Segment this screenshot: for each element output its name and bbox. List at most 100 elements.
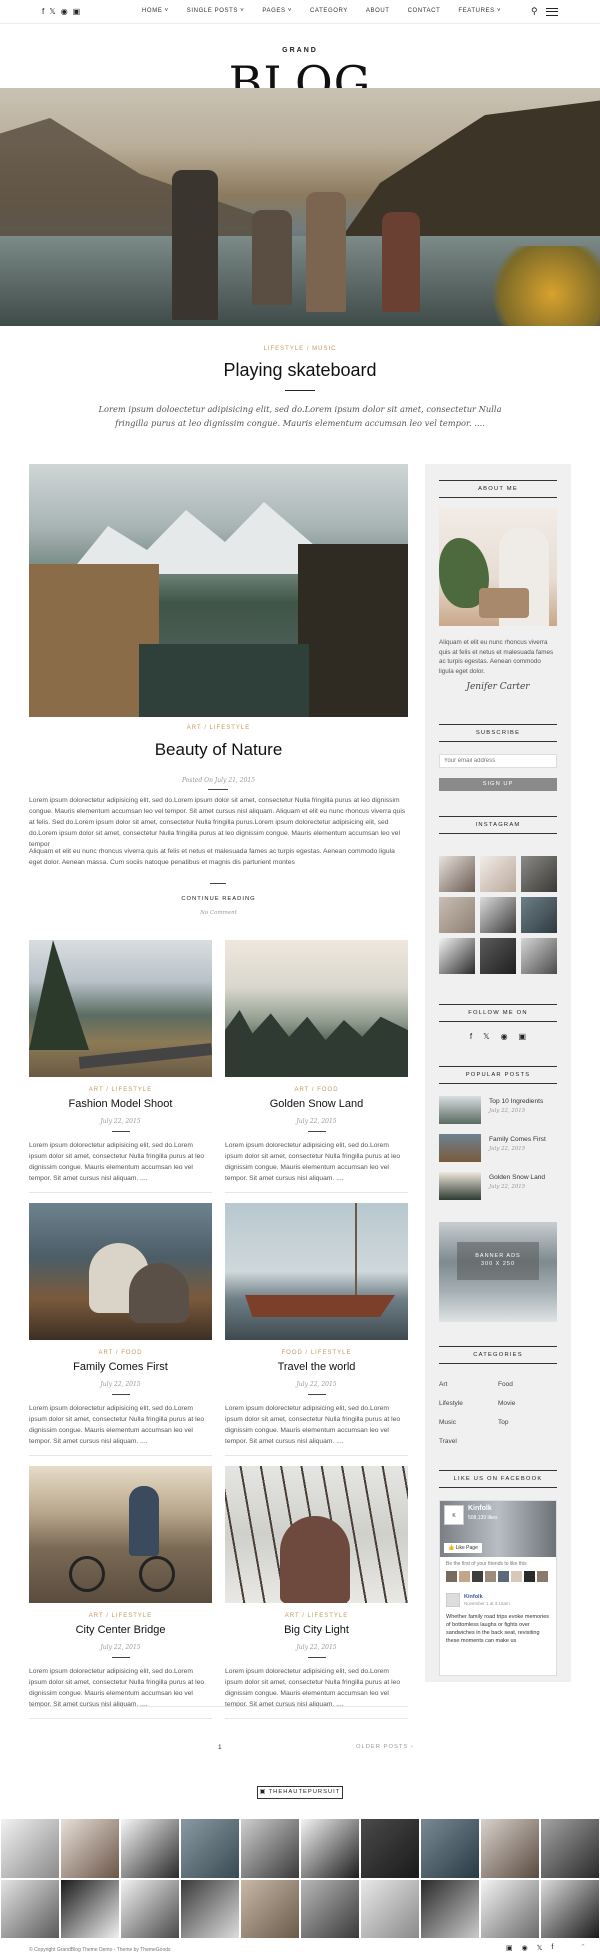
facebook-like-button[interactable]: 👍 Like Page: [444, 1543, 482, 1553]
nav-item-about[interactable]: ABOUT: [366, 8, 390, 14]
category-link-movie[interactable]: Movie: [498, 1400, 515, 1407]
instagram-photo[interactable]: [180, 1818, 240, 1879]
post-card-title[interactable]: Golden Snow Land: [225, 1098, 408, 1110]
featured-post-tags[interactable]: ART / LIFESTYLE: [29, 725, 408, 731]
instagram-photo[interactable]: [120, 1878, 180, 1939]
instagram-photo[interactable]: [521, 897, 557, 933]
instagram-photo[interactable]: [240, 1818, 300, 1879]
pagination-page-1[interactable]: 1: [218, 1744, 222, 1751]
post-card-title[interactable]: Family Comes First: [29, 1361, 212, 1373]
instagram-photo[interactable]: [521, 938, 557, 974]
post-card-tags[interactable]: ART / LIFESTYLE: [225, 1613, 408, 1619]
post-card-title[interactable]: City Center Bridge: [29, 1624, 212, 1636]
instagram-footer-handle[interactable]: ▣ THEHAUTEPURSUIT: [257, 1786, 343, 1799]
hero-image[interactable]: [0, 88, 600, 326]
post-card-tags[interactable]: ART / LIFESTYLE: [29, 1087, 212, 1093]
instagram-photo[interactable]: [120, 1818, 180, 1879]
continue-reading-link[interactable]: CONTINUE READING: [29, 896, 408, 902]
category-link-travel[interactable]: Travel: [439, 1438, 457, 1445]
instagram-photo[interactable]: [480, 938, 516, 974]
instagram-photo[interactable]: [521, 856, 557, 892]
instagram-icon[interactable]: ▣: [73, 7, 81, 16]
signup-button[interactable]: SIGN UP: [439, 778, 557, 791]
nav-item-pages[interactable]: PAGES ˅: [262, 8, 292, 14]
category-link-food[interactable]: Food: [498, 1381, 513, 1388]
instagram-photo[interactable]: [480, 856, 516, 892]
pinterest-icon[interactable]: ◉: [501, 1032, 508, 1041]
post-card-image[interactable]: [29, 1466, 212, 1603]
twitter-icon[interactable]: 𝕏: [483, 1032, 489, 1041]
instagram-photo[interactable]: [180, 1878, 240, 1939]
facebook-page-name[interactable]: Kinfolk: [468, 1505, 492, 1512]
instagram-photo[interactable]: [60, 1878, 120, 1939]
post-card-tags[interactable]: FOOD / LIFESTYLE: [225, 1350, 408, 1356]
nav-item-category[interactable]: CATEGORY: [310, 8, 348, 14]
post-card-image[interactable]: [29, 1203, 212, 1340]
instagram-photo[interactable]: [0, 1818, 60, 1879]
instagram-photo[interactable]: [439, 897, 475, 933]
twitter-icon[interactable]: 𝕏: [537, 1944, 543, 1952]
facebook-post-name[interactable]: Kinfolk: [464, 1594, 483, 1600]
instagram-photo[interactable]: [300, 1818, 360, 1879]
instagram-photo[interactable]: [439, 938, 475, 974]
hamburger-menu-icon[interactable]: [545, 8, 558, 16]
facebook-icon[interactable]: f: [470, 1032, 472, 1041]
comment-count[interactable]: No Comment: [29, 910, 408, 916]
instagram-icon[interactable]: ▣: [506, 1944, 513, 1952]
post-card-tags[interactable]: ART / FOOD: [29, 1350, 212, 1356]
instagram-photo[interactable]: [439, 856, 475, 892]
nav-item-home[interactable]: HOME ˅: [142, 8, 169, 14]
popular-post-title[interactable]: Top 10 Ingredients: [489, 1098, 543, 1105]
facebook-cover[interactable]: K Kinfolk 508,139 likes 👍 Like Page: [440, 1501, 556, 1557]
nav-item-single-posts[interactable]: SINGLE POSTS ˅: [187, 8, 245, 14]
facebook-icon[interactable]: f: [42, 7, 44, 16]
instagram-photo[interactable]: [540, 1878, 600, 1939]
instagram-photo[interactable]: [480, 1818, 540, 1879]
post-card-tags[interactable]: ART / FOOD: [225, 1087, 408, 1093]
featured-post-image[interactable]: [29, 464, 408, 717]
popular-post-title[interactable]: Golden Snow Land: [489, 1174, 545, 1181]
post-card-tags[interactable]: ART / LIFESTYLE: [29, 1613, 212, 1619]
category-link-top[interactable]: Top: [498, 1419, 508, 1426]
instagram-photo[interactable]: [0, 1878, 60, 1939]
instagram-photo[interactable]: [360, 1818, 420, 1879]
nav-item-features[interactable]: FEATURES ˅: [458, 8, 501, 14]
post-card-image[interactable]: [225, 1203, 408, 1340]
email-input[interactable]: [439, 754, 557, 768]
category-link-music[interactable]: Music: [439, 1419, 456, 1426]
popular-post-item[interactable]: Top 10 Ingredients July 22, 2015: [439, 1096, 557, 1126]
older-posts-link[interactable]: OLDER POSTS ›: [356, 1744, 414, 1750]
popular-post-title[interactable]: Family Comes First: [489, 1136, 546, 1143]
category-link-lifestyle[interactable]: Lifestyle: [439, 1400, 463, 1407]
instagram-photo[interactable]: [420, 1878, 480, 1939]
instagram-photo[interactable]: [300, 1878, 360, 1939]
pinterest-icon[interactable]: ◉: [61, 7, 68, 16]
hero-post-title[interactable]: Playing skateboard: [0, 360, 600, 381]
instagram-photo[interactable]: [480, 897, 516, 933]
instagram-photo[interactable]: [420, 1818, 480, 1879]
instagram-photo[interactable]: [60, 1818, 120, 1879]
category-link-art[interactable]: Art: [439, 1381, 447, 1388]
post-card-image[interactable]: [225, 940, 408, 1077]
hero-post-tags[interactable]: LIFESTYLE / MUSIC: [0, 346, 600, 352]
facebook-icon[interactable]: f: [551, 1944, 553, 1952]
twitter-icon[interactable]: 𝕏: [49, 7, 55, 16]
post-card-title[interactable]: Travel the world: [225, 1361, 408, 1373]
post-card-image[interactable]: [29, 940, 212, 1077]
back-to-top-icon[interactable]: ⌃: [580, 1943, 586, 1951]
popular-post-item[interactable]: Golden Snow Land July 22, 2015: [439, 1172, 557, 1202]
post-card-image[interactable]: [225, 1466, 408, 1603]
featured-post-title[interactable]: Beauty of Nature: [29, 740, 408, 760]
post-card-title[interactable]: Big City Light: [225, 1624, 408, 1636]
instagram-photo[interactable]: [240, 1878, 300, 1939]
post-card-title[interactable]: Fashion Model Shoot: [29, 1098, 212, 1110]
popular-post-item[interactable]: Family Comes First July 22, 2015: [439, 1134, 557, 1164]
instagram-photo[interactable]: [540, 1818, 600, 1879]
search-icon[interactable]: ⚲: [531, 6, 538, 17]
banner-ad[interactable]: BANNER ADS 300 X 250: [439, 1222, 557, 1322]
instagram-icon[interactable]: ▣: [519, 1032, 527, 1041]
nav-item-contact[interactable]: CONTACT: [408, 8, 441, 14]
instagram-photo[interactable]: [360, 1878, 420, 1939]
pinterest-icon[interactable]: ◉: [522, 1944, 528, 1952]
instagram-photo[interactable]: [480, 1878, 540, 1939]
